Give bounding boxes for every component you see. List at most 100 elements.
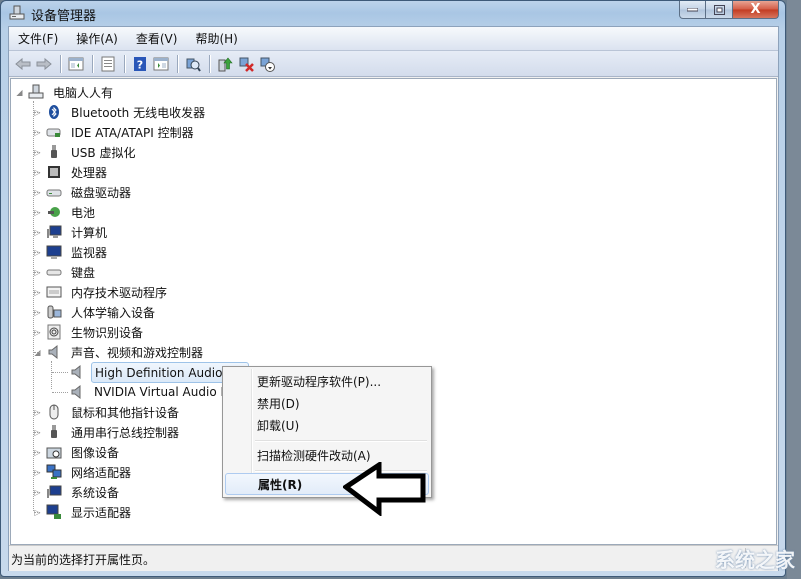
computer-icon <box>28 84 44 100</box>
tree-guide-line <box>34 312 40 313</box>
tree-category-label: USB 虚拟化 <box>71 145 136 160</box>
tree-category[interactable]: ▷ 图像设备 <box>33 442 122 462</box>
tree-category-label: IDE ATA/ATAPI 控制器 <box>71 125 194 140</box>
tree-device[interactable]: NVIDIA Virtual Audio D <box>69 382 247 402</box>
tree-category-label: 通用串行总线控制器 <box>71 425 180 440</box>
tree-category-label: 处理器 <box>71 165 108 180</box>
tree-guide-line <box>34 412 40 413</box>
toolbar-separator <box>177 54 178 73</box>
tree-guide-line <box>34 292 40 293</box>
disable-button[interactable] <box>257 54 277 74</box>
tree-category-label: 网络适配器 <box>71 465 132 480</box>
system-device-icon <box>46 484 62 500</box>
battery-icon <box>46 204 62 220</box>
tree-category-label: 图像设备 <box>71 445 120 460</box>
update-driver-icon <box>218 57 233 71</box>
uninstall-button[interactable] <box>236 54 256 74</box>
tree-category[interactable]: ▷ 网络适配器 <box>33 462 134 482</box>
update-driver-button[interactable] <box>215 54 235 74</box>
monitor-icon <box>46 244 62 260</box>
back-arrow-icon <box>15 57 31 70</box>
context-menu-item-label: 更新驱动程序软件(P)... <box>257 374 382 389</box>
disable-icon <box>260 57 275 72</box>
tree-guide-line <box>34 512 40 513</box>
tree-category[interactable]: ▷ 显示适配器 <box>33 502 134 522</box>
scan-hardware-button[interactable] <box>183 54 203 74</box>
tree-root[interactable]: ◢ 电脑人人有 <box>15 82 116 102</box>
show-hide-action-pane-button[interactable] <box>151 54 171 74</box>
tree-category-label: Bluetooth 无线电收发器 <box>71 105 206 120</box>
tree-category[interactable]: ▷ 系统设备 <box>33 482 122 502</box>
close-icon: X <box>750 2 761 17</box>
usb-icon <box>46 424 62 440</box>
tree-category-label: 人体学输入设备 <box>71 305 156 320</box>
disk-drive-icon <box>46 184 62 200</box>
tree-category[interactable]: ▷ 人体学输入设备 <box>33 302 158 322</box>
tree-category-label: 磁盘驱动器 <box>71 185 132 200</box>
context-menu-item-label: 卸载(U) <box>257 418 300 433</box>
tree-category[interactable]: ▷ 键盘 <box>33 262 98 282</box>
processor-icon <box>46 164 62 180</box>
tree-category[interactable]: ◢ 声音、视频和游戏控制器 <box>33 342 206 362</box>
maximize-icon <box>713 4 725 15</box>
tree-guide-line <box>34 492 40 493</box>
display-adapter-icon <box>46 504 62 520</box>
tree-category[interactable]: ▷ 生物识别设备 <box>33 322 146 342</box>
tree-category[interactable]: ▷ 磁盘驱动器 <box>33 182 134 202</box>
tree-guide-line <box>34 232 40 233</box>
tree-guide-line <box>34 112 40 113</box>
status-bar: 为当前的选择打开属性页。 <box>9 545 778 571</box>
tree-category[interactable]: ▷ 电池 <box>33 202 98 222</box>
tree-category[interactable]: ▷ 计算机 <box>33 222 110 242</box>
menu-view[interactable]: 查看(V) <box>127 28 187 50</box>
keyboard-icon <box>46 264 62 280</box>
tree-guide-line <box>34 332 40 333</box>
tree-category[interactable]: ▷ 鼠标和其他指针设备 <box>33 402 182 422</box>
context-menu-uninstall[interactable]: 卸载(U) <box>225 414 429 436</box>
tree-guide-line <box>34 432 40 433</box>
help-button[interactable]: ? <box>130 54 150 74</box>
minimize-icon <box>687 7 698 11</box>
uninstall-icon <box>239 57 254 72</box>
forward-arrow-icon <box>36 57 52 70</box>
context-menu-disable[interactable]: 禁用(D) <box>225 392 429 414</box>
tree-category[interactable]: ▷ 监视器 <box>33 242 110 262</box>
console-tree-icon <box>68 57 84 70</box>
tree-category-label: 电池 <box>71 205 96 220</box>
back-button[interactable] <box>13 54 33 74</box>
tree-category[interactable]: ▷ 处理器 <box>33 162 110 182</box>
collapse-arrow-icon[interactable]: ◢ <box>15 88 24 97</box>
watermark: 系统之家 <box>715 548 795 572</box>
tree-category-label: 系统设备 <box>71 485 120 500</box>
tree-category[interactable]: ▷ Bluetooth 无线电收发器 <box>33 102 208 122</box>
fingerprint-icon <box>46 324 62 340</box>
tree-root-label: 电脑人人有 <box>53 85 114 100</box>
menu-action[interactable]: 操作(A) <box>67 28 127 50</box>
ide-controller-icon <box>46 124 62 140</box>
context-menu-update-driver[interactable]: 更新驱动程序软件(P)... <box>225 370 429 392</box>
speaker-icon <box>69 364 85 380</box>
tree-category-label: 显示适配器 <box>71 505 132 520</box>
tree-category[interactable]: ▷ USB 虚拟化 <box>33 142 138 162</box>
forward-button[interactable] <box>34 54 54 74</box>
tree-category[interactable]: ▷ 通用串行总线控制器 <box>33 422 182 442</box>
hid-icon <box>46 304 62 320</box>
minimize-button[interactable] <box>679 1 706 19</box>
show-hide-console-tree-button[interactable] <box>66 54 86 74</box>
properties-button[interactable] <box>98 54 118 74</box>
close-button[interactable]: X <box>733 1 779 19</box>
network-icon <box>46 464 62 480</box>
maximize-button[interactable] <box>706 1 733 19</box>
menu-help[interactable]: 帮助(H) <box>186 28 246 50</box>
tree-category-label: 生物识别设备 <box>71 325 144 340</box>
tree-category[interactable]: ▷ 内存技术驱动程序 <box>33 282 170 302</box>
background-window-edge <box>787 0 801 579</box>
tree-category-label: 键盘 <box>71 265 96 280</box>
title-bar[interactable]: 设备管理器 X <box>1 1 785 26</box>
bluetooth-icon <box>46 104 62 120</box>
menu-file[interactable]: 文件(F) <box>9 28 67 50</box>
tree-category[interactable]: ▷ IDE ATA/ATAPI 控制器 <box>33 122 197 142</box>
tree-guide-line <box>34 152 40 153</box>
status-text: 为当前的选择打开属性页。 <box>11 553 156 567</box>
tree-category-label: 鼠标和其他指针设备 <box>71 405 180 420</box>
